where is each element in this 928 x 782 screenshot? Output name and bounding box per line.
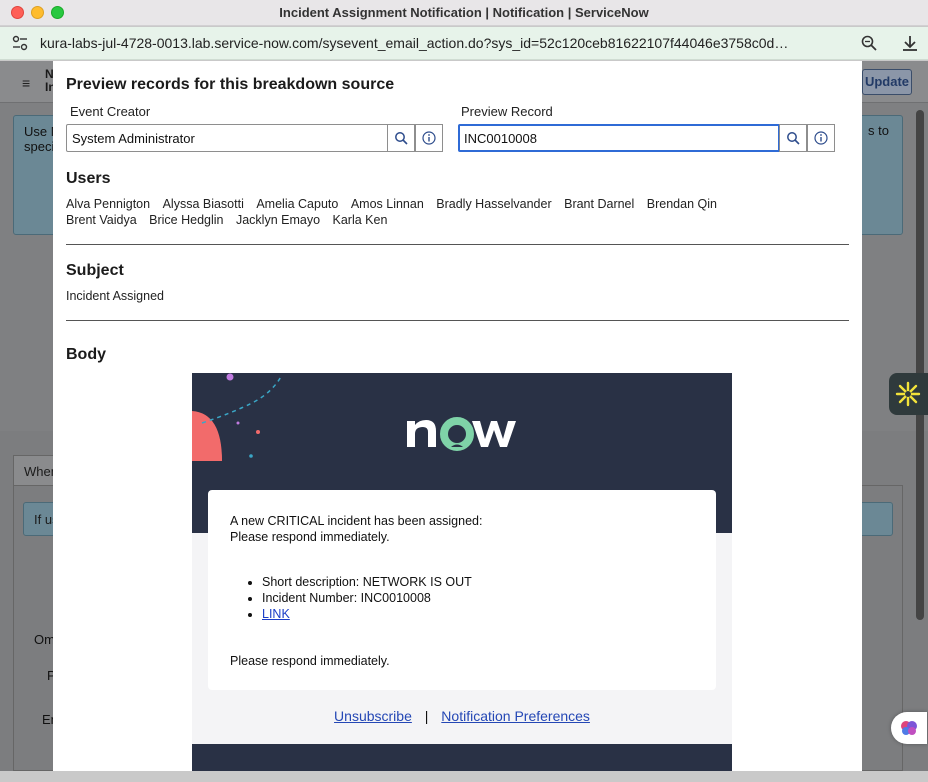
email-footer-links: Unsubscribe | Notification Preferences	[192, 708, 732, 724]
users-heading: Users	[66, 170, 111, 187]
info-icon	[814, 131, 828, 145]
site-settings-icon[interactable]	[11, 34, 29, 52]
email-intro-line1: A new CRITICAL incident has been assigne…	[230, 514, 483, 528]
search-icon	[787, 132, 800, 145]
subject-heading: Subject	[66, 262, 124, 279]
subject-value: Incident Assigned	[66, 289, 164, 303]
event-creator-lookup-button[interactable]	[387, 124, 415, 152]
brain-icon	[901, 721, 917, 735]
extension-widget[interactable]	[891, 712, 927, 744]
body-heading: Body	[66, 346, 106, 363]
email-details-list: Short description: NETWORK IS OUT Incide…	[262, 574, 472, 622]
user-name: Alva Pennigton	[66, 197, 151, 211]
sparkle-icon	[895, 381, 921, 407]
preview-record-input[interactable]: INC0010008	[458, 124, 780, 152]
user-name: Amos Linnan	[350, 197, 424, 211]
user-name: Brice Hedglin	[149, 213, 224, 227]
preview-record-info-button[interactable]	[807, 124, 835, 152]
link-separator: |	[424, 708, 429, 724]
incident-number-item: Incident Number: INC0010008	[262, 590, 472, 606]
preview-modal: Preview records for this breakdown sourc…	[53, 61, 862, 771]
email-intro-line2: Please respond immediately.	[230, 530, 390, 544]
background-info-right: s to	[868, 123, 889, 138]
info-icon	[422, 131, 436, 145]
section-divider	[66, 244, 849, 245]
email-preview: A new CRITICAL incident has been assigne…	[192, 373, 732, 771]
window-title: Incident Assignment Notification | Notif…	[279, 5, 649, 20]
window-titlebar: Incident Assignment Notification | Notif…	[0, 0, 928, 26]
assistant-widget[interactable]	[889, 373, 928, 415]
download-icon[interactable]	[900, 33, 920, 53]
search-icon	[395, 132, 408, 145]
short-description-item: Short description: NETWORK IS OUT	[262, 574, 472, 590]
incident-link[interactable]: LINK	[262, 607, 290, 621]
now-logo	[407, 417, 516, 451]
user-name: Brent Vaidya	[66, 213, 137, 227]
address-bar[interactable]: kura-labs-jul-4728-0013.lab.service-now.…	[0, 27, 928, 60]
notification-preferences-link[interactable]: Notification Preferences	[441, 708, 590, 724]
url-text[interactable]: kura-labs-jul-4728-0013.lab.service-now.…	[40, 35, 855, 51]
preview-record-lookup-button[interactable]	[779, 124, 807, 152]
user-name: Brendan Qin	[646, 197, 717, 211]
user-name: Jacklyn Emayo	[235, 213, 321, 227]
user-name: Alyssa Biasotti	[162, 197, 244, 211]
zoom-icon[interactable]	[860, 34, 878, 52]
incident-link-item: LINK	[262, 606, 472, 622]
unsubscribe-link[interactable]: Unsubscribe	[334, 708, 412, 724]
user-name: Karla Ken	[332, 213, 388, 227]
background-label-om: Om	[34, 632, 55, 647]
modal-title: Preview records for this breakdown sourc…	[66, 76, 395, 93]
users-list: Alva Pennigton Alyssa Biasotti Amelia Ca…	[66, 196, 786, 228]
update-button[interactable]: Update	[862, 69, 912, 95]
event-creator-input[interactable]: System Administrator	[66, 124, 388, 152]
event-creator-info-button[interactable]	[415, 124, 443, 152]
email-footer-band	[192, 744, 732, 771]
user-name: Brant Darnel	[564, 197, 635, 211]
section-divider	[66, 320, 849, 321]
email-closing: Please respond immediately.	[230, 654, 390, 668]
preview-record-label: Preview Record	[461, 104, 553, 119]
user-name: Amelia Caputo	[256, 197, 339, 211]
page-scrollbar-thumb[interactable]	[916, 110, 924, 620]
event-creator-label: Event Creator	[70, 104, 151, 119]
user-name: Bradly Hasselvander	[436, 197, 552, 211]
email-message-card: A new CRITICAL incident has been assigne…	[208, 490, 716, 690]
menu-icon[interactable]: ≡	[22, 75, 30, 91]
